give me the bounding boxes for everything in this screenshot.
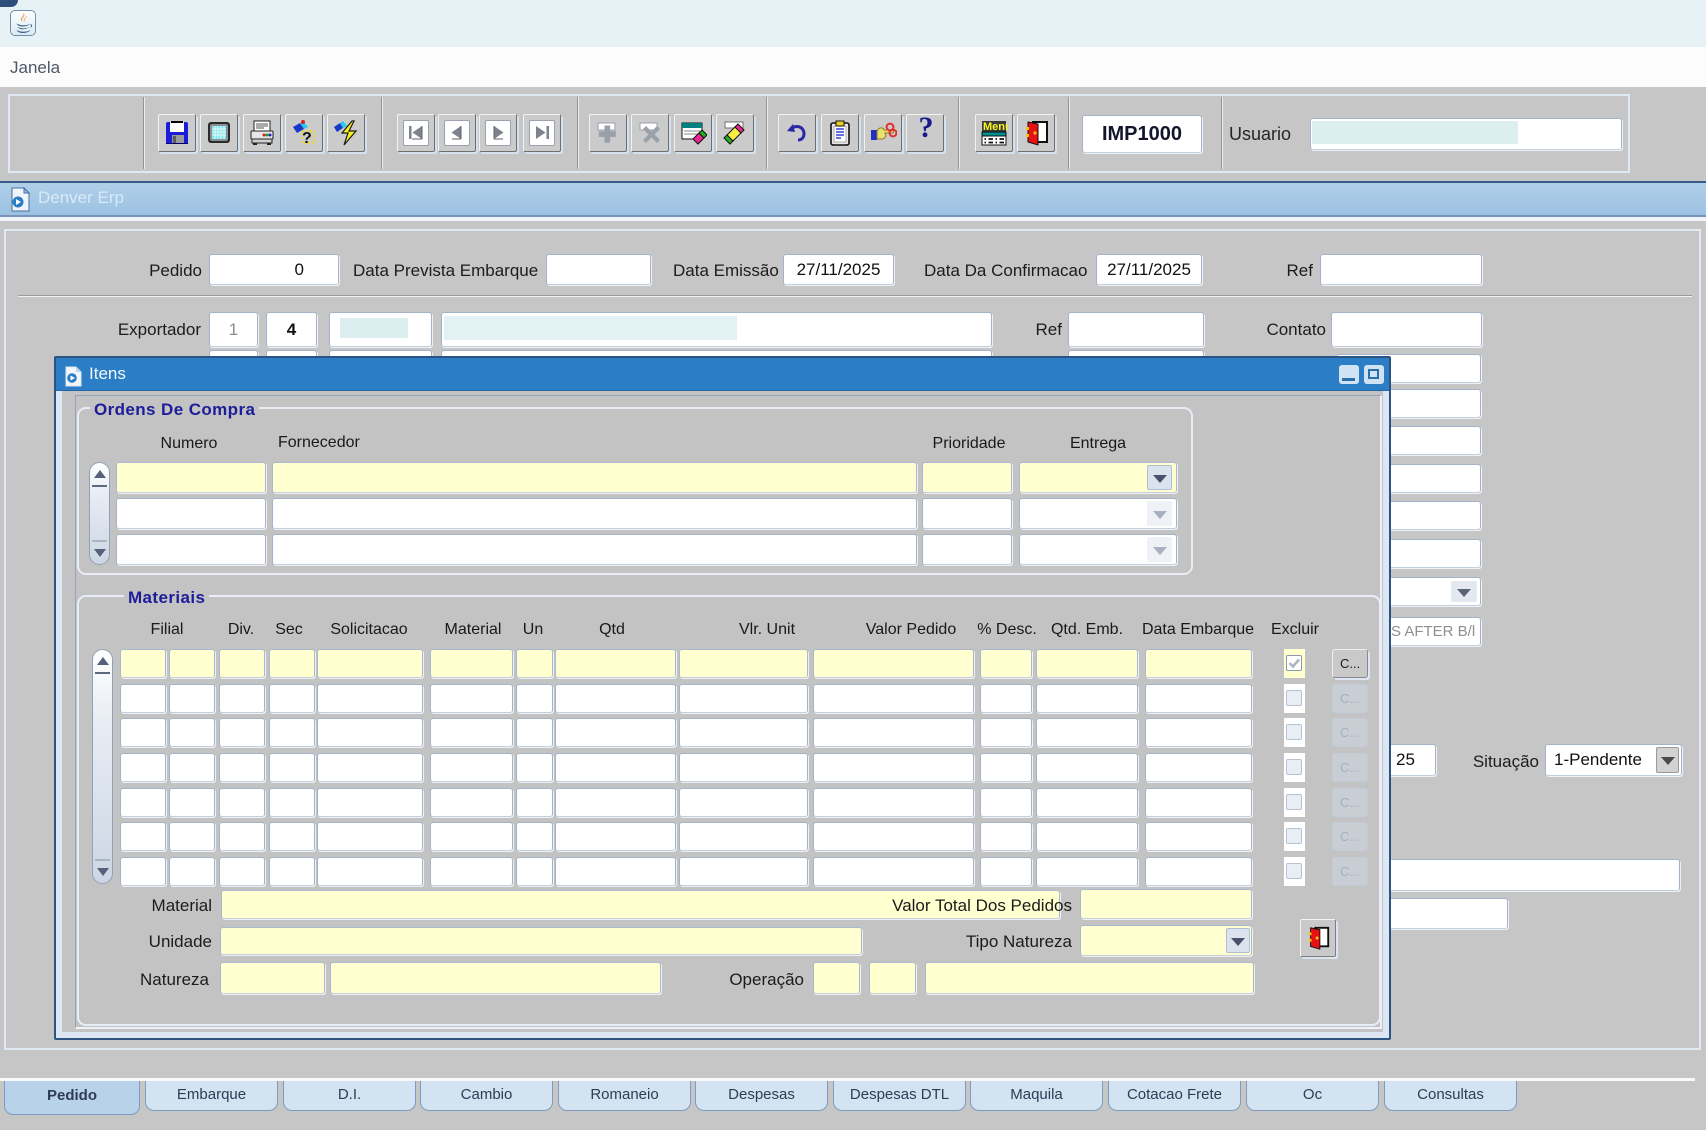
svg-text:Menu: Menu	[983, 121, 1008, 133]
svg-text:?: ?	[302, 130, 312, 147]
